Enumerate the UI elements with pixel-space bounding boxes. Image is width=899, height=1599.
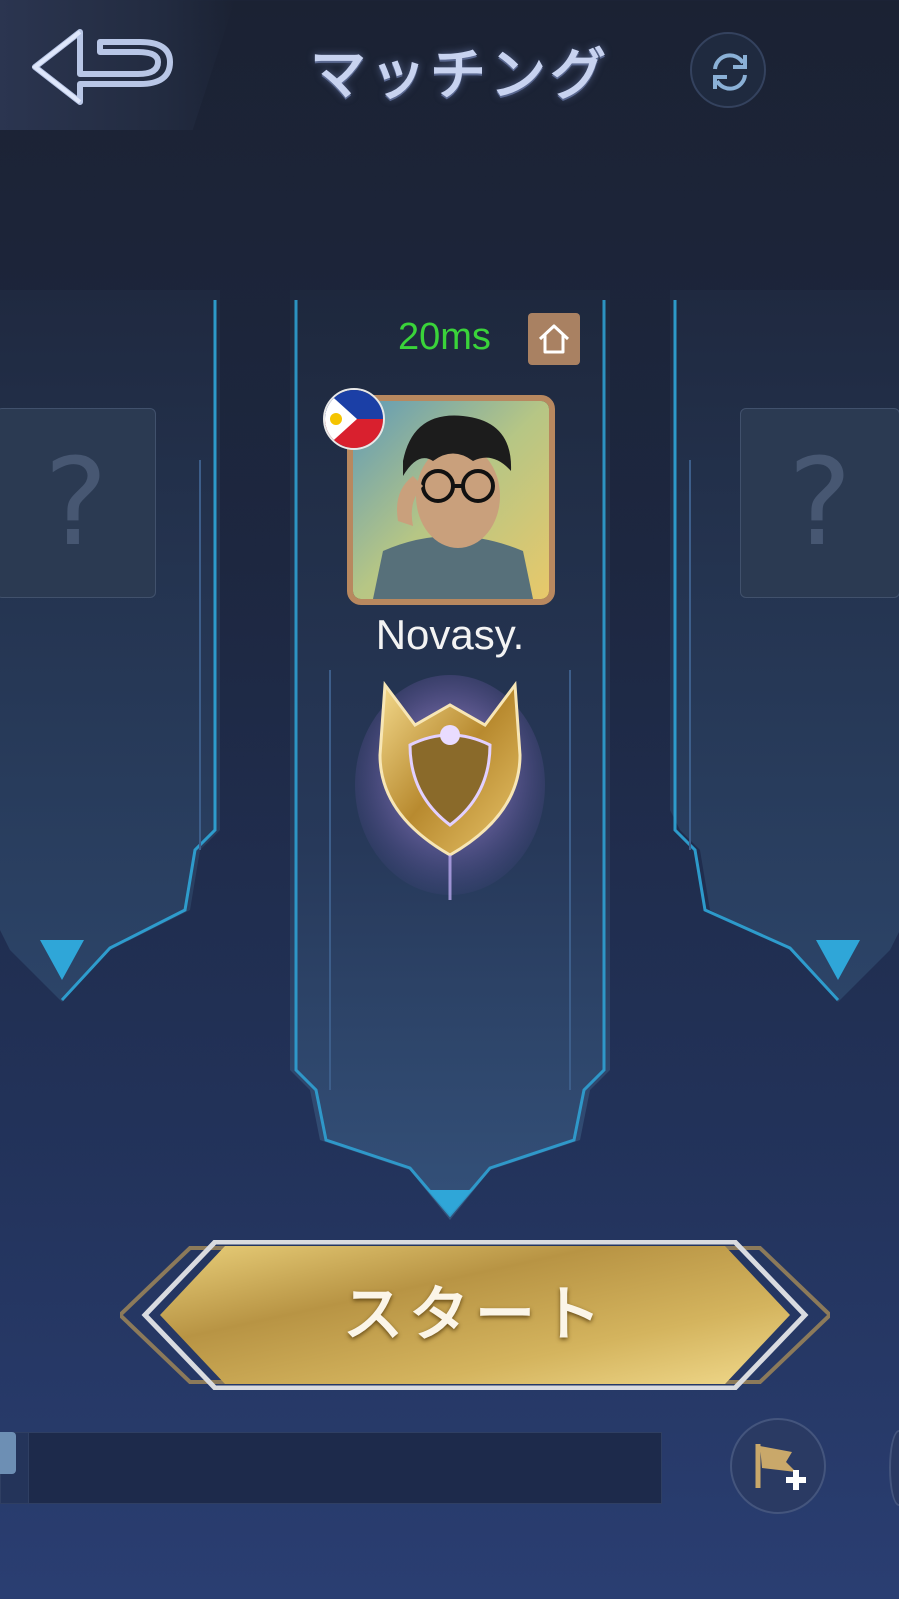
gold-rank-emblem-icon xyxy=(355,675,545,900)
chat-icon xyxy=(0,1432,16,1474)
refresh-icon xyxy=(713,53,747,91)
refresh-button[interactable] xyxy=(690,32,766,108)
back-arrow-icon xyxy=(31,29,173,105)
home-icon[interactable] xyxy=(528,313,580,365)
start-button[interactable]: スタート xyxy=(120,1240,830,1390)
page-title: マッチング xyxy=(310,42,610,108)
add-flag-button[interactable] xyxy=(730,1418,826,1514)
philippines-flag-icon xyxy=(323,388,385,450)
flag-plus-icon xyxy=(755,1444,806,1490)
empty-player-slot-left[interactable]: ? xyxy=(0,408,156,598)
back-button[interactable] xyxy=(0,0,235,130)
edge-button[interactable] xyxy=(889,1430,899,1506)
start-button-label: スタート xyxy=(343,1280,607,1350)
ping-indicator: 20ms xyxy=(398,316,491,358)
chat-input[interactable] xyxy=(28,1432,662,1504)
player-name: Novasy. xyxy=(375,611,525,658)
empty-player-slot-right[interactable]: ? xyxy=(740,408,899,598)
